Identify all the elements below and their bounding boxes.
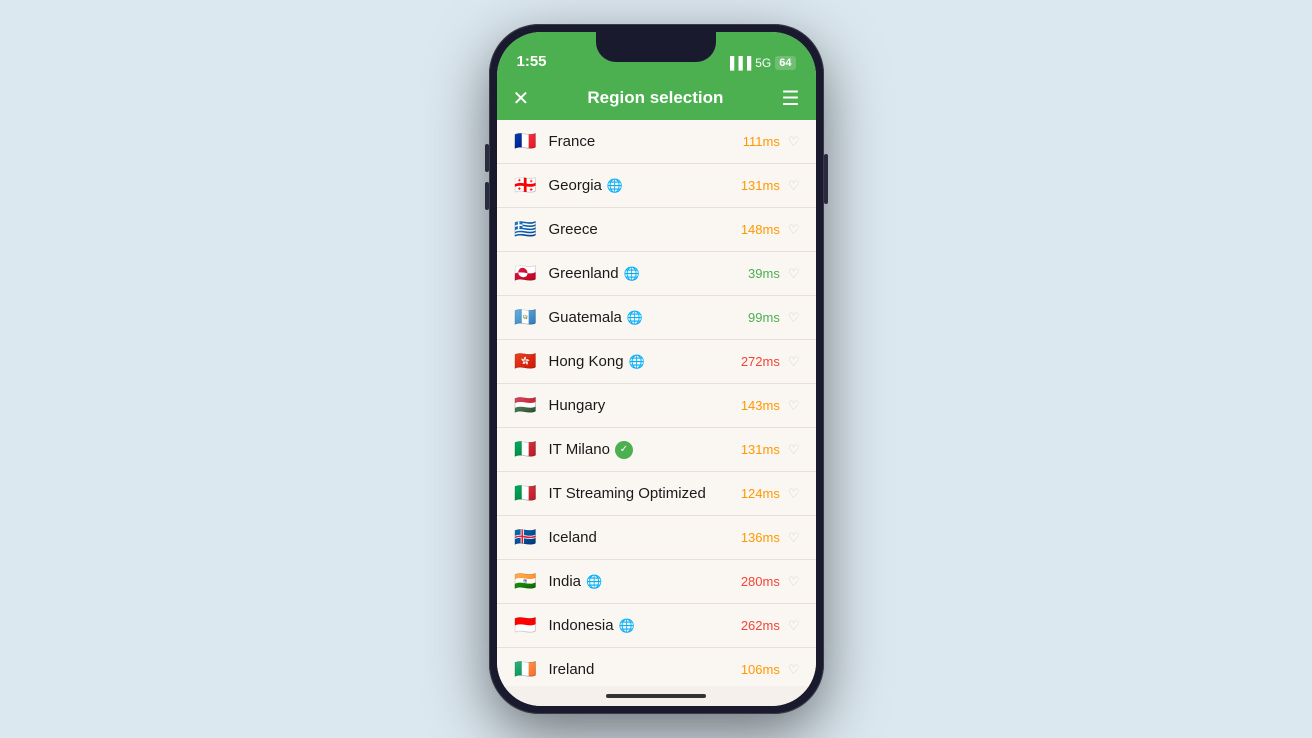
country-name: Iceland <box>549 529 741 546</box>
phone-frame: 1:55 ▐▐▐ 5G 64 ✕ Region selection ☰ 🇫🇷 Fr… <box>489 24 824 714</box>
header-title: Region selection <box>587 88 723 108</box>
favorite-icon[interactable]: ♡ <box>788 266 800 282</box>
favorite-icon[interactable]: ♡ <box>788 310 800 326</box>
flag-icon: 🇫🇷 <box>513 133 539 151</box>
flag-icon: 🇬🇷 <box>513 221 539 239</box>
flag-icon: 🇬🇪 <box>513 177 539 195</box>
header: ✕ Region selection ☰ <box>497 76 816 120</box>
battery-icon: 64 <box>775 56 795 70</box>
home-bar <box>606 694 706 698</box>
list-item[interactable]: 🇬🇱 Greenland🌐39ms ♡ <box>497 252 816 296</box>
country-name: Hungary <box>549 397 741 414</box>
flag-icon: 🇮🇹 <box>513 485 539 503</box>
country-name: Indonesia🌐 <box>549 617 741 634</box>
favorite-icon[interactable]: ♡ <box>788 222 800 238</box>
status-bar: 1:55 ▐▐▐ 5G 64 <box>497 32 816 76</box>
list-item[interactable]: 🇭🇰 Hong Kong🌐272ms ♡ <box>497 340 816 384</box>
favorite-icon[interactable]: ♡ <box>788 442 800 458</box>
flag-icon: 🇭🇺 <box>513 397 539 415</box>
latency-value: 143ms <box>741 398 780 413</box>
latency-value: 272ms <box>741 354 780 369</box>
favorite-icon[interactable]: ♡ <box>788 398 800 414</box>
flag-icon: 🇮🇪 <box>513 661 539 679</box>
list-item[interactable]: 🇮🇳 India🌐280ms ♡ <box>497 560 816 604</box>
list-item[interactable]: 🇬🇷 Greece148ms ♡ <box>497 208 816 252</box>
vol-up-button <box>485 144 489 172</box>
flag-icon: 🇭🇰 <box>513 353 539 371</box>
country-name: Hong Kong🌐 <box>549 353 741 370</box>
latency-value: 99ms <box>744 310 780 325</box>
status-time: 1:55 <box>517 53 547 70</box>
country-name: Ireland <box>549 661 741 678</box>
flag-icon: 🇮🇹 <box>513 441 539 459</box>
list-item[interactable]: 🇫🇷 France111ms ♡ <box>497 120 816 164</box>
latency-value: 111ms <box>743 134 780 149</box>
network-type: 5G <box>755 56 771 70</box>
country-name: Greenland🌐 <box>549 265 744 282</box>
country-name: IT Milano✓ <box>549 441 741 459</box>
flag-icon: 🇮🇳 <box>513 573 539 591</box>
latency-value: 262ms <box>741 618 780 633</box>
home-indicator <box>497 686 816 706</box>
flag-icon: 🇮🇩 <box>513 617 539 635</box>
latency-value: 124ms <box>741 486 780 501</box>
country-list[interactable]: 🇫🇷France111ms♡🇬🇪Georgia🌐131ms♡🇬🇷Greece14… <box>497 120 816 686</box>
list-item[interactable]: 🇮🇪 Ireland106ms ♡ <box>497 648 816 686</box>
country-name: France <box>549 133 743 150</box>
favorite-icon[interactable]: ♡ <box>788 486 800 502</box>
list-item[interactable]: 🇬🇹 Guatemala🌐99ms ♡ <box>497 296 816 340</box>
list-item[interactable]: 🇭🇺 Hungary143ms ♡ <box>497 384 816 428</box>
latency-value: 131ms <box>741 178 780 193</box>
country-name: Georgia🌐 <box>549 177 741 194</box>
globe-icon: 🌐 <box>627 310 643 326</box>
favorite-icon[interactable]: ♡ <box>788 574 800 590</box>
globe-icon: 🌐 <box>629 354 645 370</box>
globe-icon: 🌐 <box>624 266 640 282</box>
latency-value: 280ms <box>741 574 780 589</box>
country-name: India🌐 <box>549 573 741 590</box>
close-button[interactable]: ✕ <box>513 86 530 111</box>
list-item[interactable]: 🇮🇹 IT Streaming Optimized124ms ♡ <box>497 472 816 516</box>
notch <box>596 32 716 62</box>
favorite-icon[interactable]: ♡ <box>788 530 800 546</box>
latency-value: 136ms <box>741 530 780 545</box>
connected-icon: ✓ <box>615 441 633 459</box>
filter-button[interactable]: ☰ <box>782 86 800 111</box>
country-name: Guatemala🌐 <box>549 309 744 326</box>
list-item[interactable]: 🇮🇸 Iceland136ms ♡ <box>497 516 816 560</box>
favorite-icon[interactable]: ♡ <box>788 354 800 370</box>
country-name: Greece <box>549 221 741 238</box>
favorite-icon[interactable]: ♡ <box>788 134 800 150</box>
status-icons: ▐▐▐ 5G 64 <box>726 56 796 70</box>
favorite-icon[interactable]: ♡ <box>788 178 800 194</box>
globe-icon: 🌐 <box>586 574 602 590</box>
flag-icon: 🇮🇸 <box>513 529 539 547</box>
country-name: IT Streaming Optimized <box>549 485 741 502</box>
favorite-icon[interactable]: ♡ <box>788 618 800 634</box>
signal-icon: ▐▐▐ <box>726 56 752 70</box>
list-item[interactable]: 🇮🇹 IT Milano✓131ms ♡ <box>497 428 816 472</box>
favorite-icon[interactable]: ♡ <box>788 662 800 678</box>
latency-value: 148ms <box>741 222 780 237</box>
flag-icon: 🇬🇹 <box>513 309 539 327</box>
power-button <box>824 154 828 204</box>
phone-screen: 1:55 ▐▐▐ 5G 64 ✕ Region selection ☰ 🇫🇷 Fr… <box>497 32 816 706</box>
list-item[interactable]: 🇬🇪 Georgia🌐131ms ♡ <box>497 164 816 208</box>
latency-value: 131ms <box>741 442 780 457</box>
list-item[interactable]: 🇮🇩 Indonesia🌐262ms ♡ <box>497 604 816 648</box>
latency-value: 106ms <box>741 662 780 677</box>
latency-value: 39ms <box>744 266 780 281</box>
globe-icon: 🌐 <box>619 618 635 634</box>
flag-icon: 🇬🇱 <box>513 265 539 283</box>
vol-down-button <box>485 182 489 210</box>
globe-icon: 🌐 <box>607 178 623 194</box>
